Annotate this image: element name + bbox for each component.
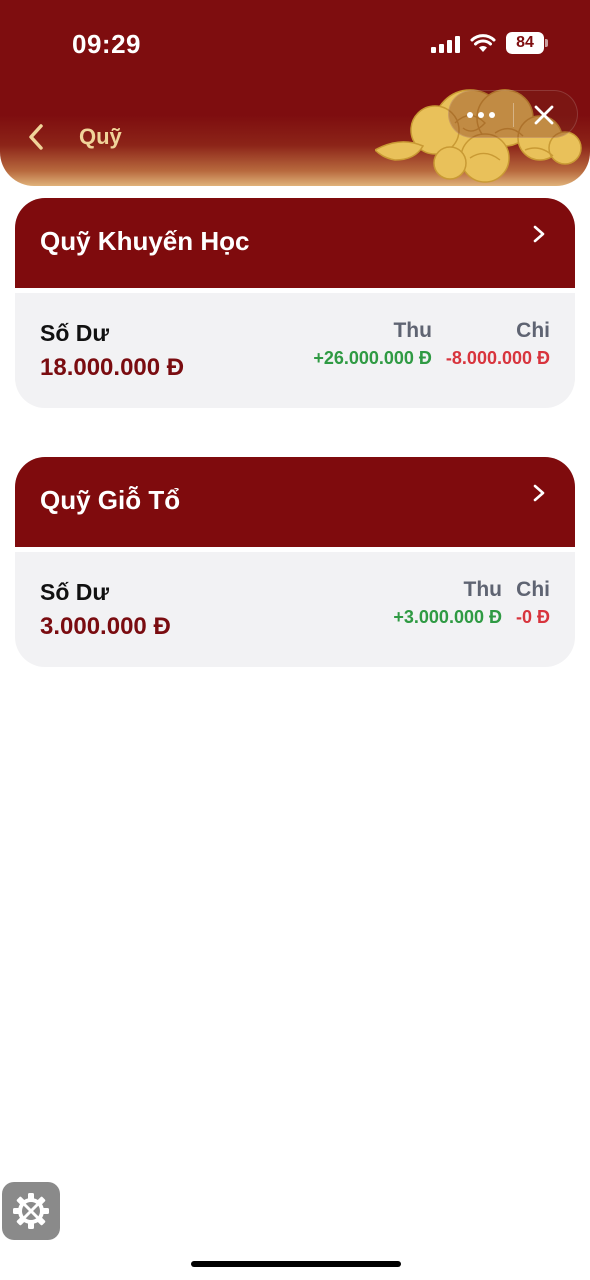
status-icons: 84	[431, 32, 548, 54]
income-value: +3.000.000 Đ	[393, 607, 502, 627]
income-label: Thu	[463, 578, 502, 601]
expense-value: -0 Đ	[515, 607, 550, 627]
settings-gear-icon	[13, 1193, 49, 1229]
settings-button[interactable]	[2, 1182, 60, 1240]
card-divider	[15, 288, 575, 293]
fund-name: Quỹ Khuyến Học	[40, 226, 250, 256]
fund-card-header[interactable]: Quỹ Giỗ Tổ	[15, 457, 575, 547]
expense-label: Chi	[516, 578, 550, 601]
balance-value: 18.000.000 Đ	[40, 354, 185, 381]
fund-stats: Thu +3.000.000 Đ Chi -0 Đ	[393, 577, 550, 630]
battery-indicator: 84	[506, 32, 548, 54]
fund-stats: Thu +26.000.000 Đ Chi -8.000.000 Đ	[313, 318, 550, 371]
fund-card[interactable]: Quỹ Khuyến Học Số Dư 18.000.000 Đ Thu +2…	[15, 198, 575, 408]
fund-card[interactable]: Quỹ Giỗ Tổ Số Dư 3.000.000 Đ Thu +3.000.…	[15, 457, 575, 667]
income-value: +26.000.000 Đ	[313, 348, 432, 368]
more-dots-icon[interactable]	[449, 91, 513, 139]
app-header: 09:29 84 Quỹ	[0, 0, 590, 186]
back-chevron-icon[interactable]	[24, 120, 52, 154]
mini-app-capsule	[448, 90, 578, 138]
status-time: 09:29	[72, 29, 141, 59]
wifi-icon	[470, 34, 496, 52]
expense-label: Chi	[516, 319, 550, 342]
fund-card-header[interactable]: Quỹ Khuyến Học	[15, 198, 575, 288]
cellular-signal-icon	[431, 33, 460, 53]
card-divider	[15, 547, 575, 552]
income-column: Thu +3.000.000 Đ	[393, 577, 502, 630]
close-icon[interactable]	[529, 100, 559, 130]
capsule-divider	[513, 103, 514, 127]
balance-label: Số Dư	[40, 320, 110, 346]
page-title: Quỹ	[79, 124, 122, 149]
expense-value: -8.000.000 Đ	[445, 348, 550, 368]
expense-column: Chi -0 Đ	[516, 577, 550, 630]
chevron-right-icon[interactable]	[531, 224, 547, 244]
expense-column: Chi -8.000.000 Đ	[446, 318, 550, 371]
income-label: Thu	[393, 319, 432, 342]
balance-label: Số Dư	[40, 579, 110, 605]
balance-value: 3.000.000 Đ	[40, 613, 171, 640]
chevron-right-icon[interactable]	[531, 483, 547, 503]
income-column: Thu +26.000.000 Đ	[313, 318, 432, 371]
home-indicator	[191, 1261, 401, 1267]
fund-name: Quỹ Giỗ Tổ	[40, 485, 181, 515]
